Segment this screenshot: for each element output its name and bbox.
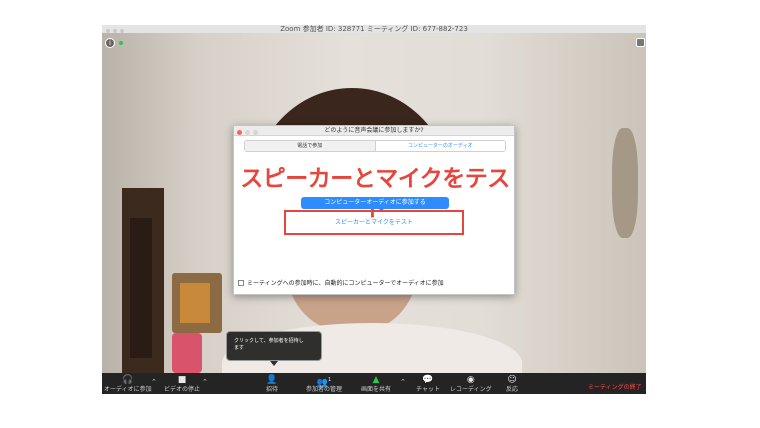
close-icon[interactable] xyxy=(237,130,242,135)
reaction-icon: ☺ xyxy=(507,375,517,385)
stop-video-label: ビデオの停止 xyxy=(164,386,201,393)
record-button[interactable]: ◉ レコーディング xyxy=(450,375,492,394)
headphones-icon: 🎧 xyxy=(122,375,134,385)
share-screen-icon: ▲ xyxy=(372,375,380,385)
dialog-title: どのように音声会議に参加しますか? xyxy=(324,127,424,134)
auto-join-option[interactable]: ミーティングへの参加時に、自動的にコンピューターでオーディオに参加 xyxy=(238,280,444,288)
invite-label: 招待 xyxy=(266,386,279,393)
bg-shelf-items xyxy=(180,283,210,323)
info-icon[interactable]: i xyxy=(105,38,115,48)
minimize-icon[interactable] xyxy=(245,130,250,135)
end-meeting-button[interactable]: ミーティングの終了 xyxy=(588,382,642,391)
auto-join-checkbox[interactable] xyxy=(238,280,244,286)
chat-label: チャット xyxy=(416,386,440,393)
fullscreen-icon[interactable] xyxy=(636,38,645,47)
auto-join-label: ミーティングへの参加時に、自動的にコンピューターでオーディオに参加 xyxy=(247,280,444,287)
tooltip-line-2: ます xyxy=(234,345,245,351)
bg-pink-object xyxy=(172,333,202,373)
invite-button[interactable]: 👤 招待 xyxy=(266,375,278,394)
share-options-chevron-icon[interactable]: ⌃ xyxy=(400,378,406,386)
add-user-icon: 👤 xyxy=(266,375,278,385)
chat-button[interactable]: 💬 チャット xyxy=(416,375,440,394)
join-audio-label: オーディオに参加 xyxy=(104,386,152,393)
tooltip-arrow xyxy=(270,361,278,366)
window-titlebar: Zoom 参加者 ID: 328771 ミーティング ID: 677-882-7… xyxy=(102,25,646,33)
audio-join-dialog: どのように音声会議に参加しますか? 電話で参加 コンピューターのオーディオ スピ… xyxy=(233,125,515,295)
participants-icon: 👥1 xyxy=(316,377,332,388)
dialog-window-controls[interactable] xyxy=(237,129,261,139)
participants-button[interactable]: 👥1 参加者の管理 xyxy=(306,375,342,394)
share-screen-label: 画面を共有 xyxy=(361,386,392,393)
video-options-chevron-icon[interactable]: ⌃ xyxy=(202,378,208,386)
meeting-toolbar: 🎧 オーディオに参加 ⌃ ■ ビデオの停止 ⌃ 👤 招待 👥1 参加者の管理 ▲… xyxy=(102,373,646,394)
camera-icon: ■ xyxy=(177,375,187,385)
join-audio-button[interactable]: 🎧 オーディオに参加 xyxy=(104,375,152,394)
record-label: レコーディング xyxy=(450,386,492,393)
record-icon: ◉ xyxy=(466,375,475,385)
connection-status-dot xyxy=(119,41,123,45)
participant-count: 1 xyxy=(328,377,332,383)
stop-video-button[interactable]: ■ ビデオの停止 xyxy=(164,375,200,394)
share-screen-button[interactable]: ▲ 画面を共有 xyxy=(361,375,391,394)
window-title: Zoom 参加者 ID: 328771 ミーティング ID: 677-882-7… xyxy=(280,25,468,33)
tab-phone[interactable]: 電話で参加 xyxy=(245,141,375,151)
test-speaker-mic-link[interactable]: スピーカーとマイクをテスト xyxy=(284,210,464,235)
invite-tooltip: クリックして、参加者を招待し ます xyxy=(226,331,322,361)
zoom-window: Zoom 参加者 ID: 328771 ミーティング ID: 677-882-7… xyxy=(102,25,646,394)
zoom-icon[interactable] xyxy=(253,130,258,135)
reactions-label: 反応 xyxy=(506,386,519,393)
reactions-button[interactable]: ☺ 反応 xyxy=(506,375,518,394)
chat-icon: 💬 xyxy=(422,375,434,385)
tab-computer-audio[interactable]: コンピューターのオーディオ xyxy=(374,141,505,151)
audio-method-tabs: 電話で参加 コンピューターのオーディオ xyxy=(244,140,506,152)
participants-label: 参加者の管理 xyxy=(306,386,343,393)
bg-dried-plant xyxy=(612,128,638,238)
bg-door-panel xyxy=(130,218,152,358)
tooltip-line-1: クリックして、参加者を招待し xyxy=(234,338,304,344)
join-computer-audio-button[interactable]: コンピューターオーディオに参加する xyxy=(301,197,449,209)
audio-options-chevron-icon[interactable]: ⌃ xyxy=(151,378,157,386)
dialog-titlebar: どのように音声会議に参加しますか? xyxy=(234,126,514,136)
